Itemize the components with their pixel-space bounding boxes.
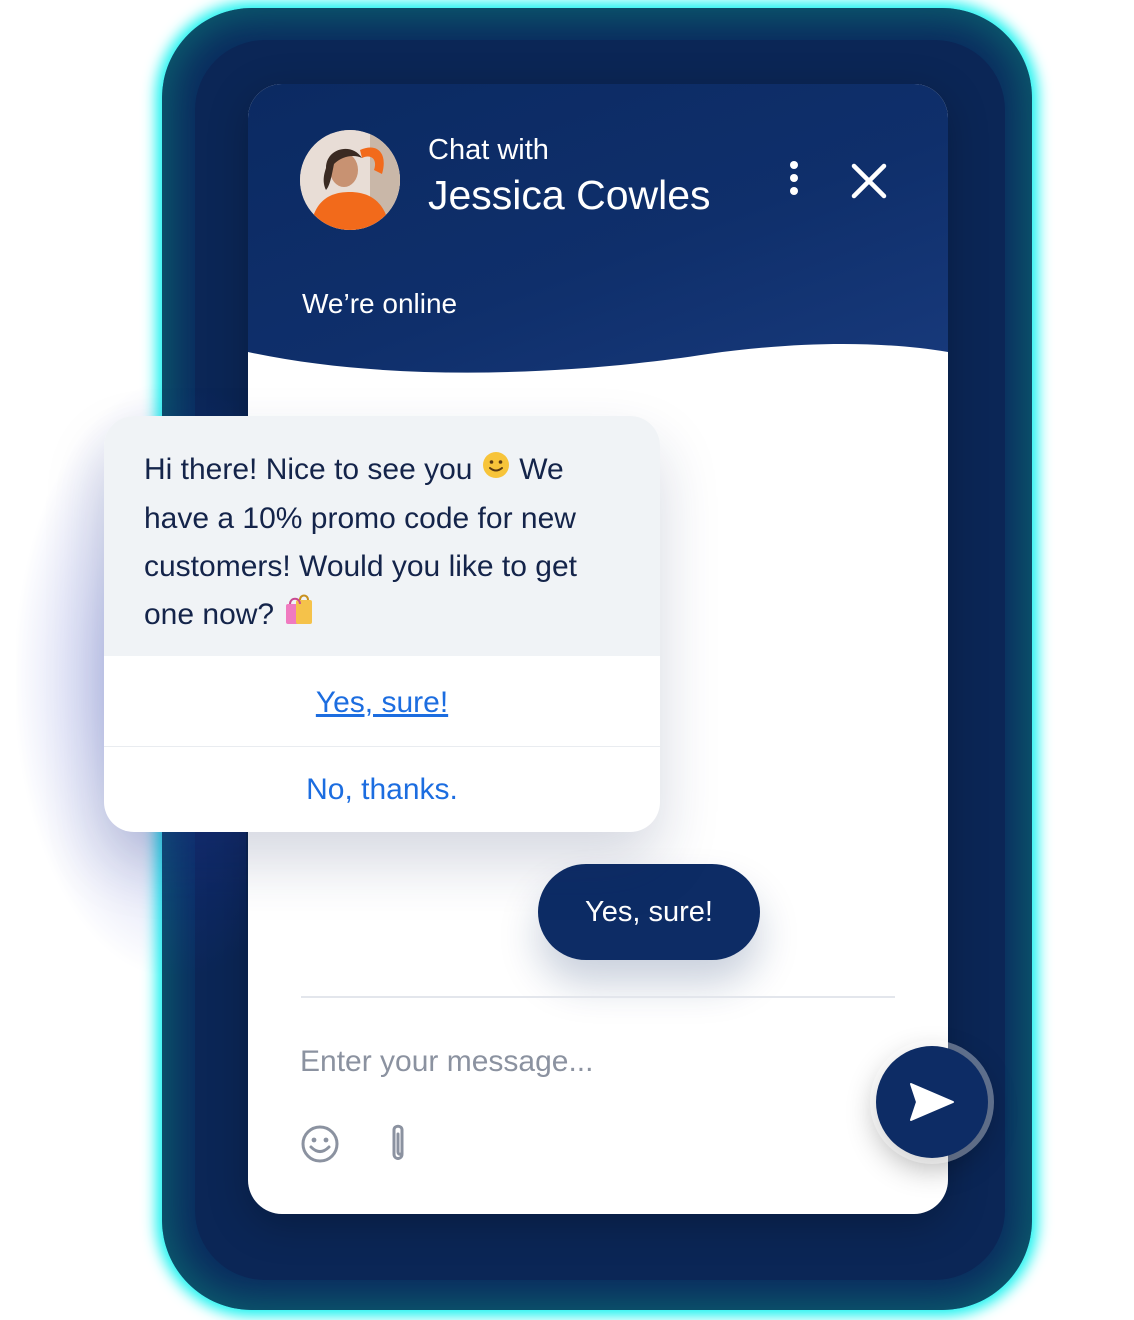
promo-message-line1b: We [519,453,564,486]
agent-name: Jessica Cowles [428,172,711,218]
promo-popup: Hi there! Nice to see you We have a 10% … [104,416,660,832]
shopping-bags-icon [282,592,316,641]
promo-message-line1: Hi there! Nice to see you [144,453,473,486]
chat-with-label: Chat with [428,134,549,166]
smile-emoji-icon [481,447,511,495]
option-no-thanks[interactable]: No, thanks. [104,746,660,832]
paperclip-icon[interactable] [378,1122,418,1166]
send-icon [910,1083,954,1121]
composer-divider [301,996,895,998]
send-button[interactable] [876,1046,988,1158]
promo-message: Hi there! Nice to see you We have a 10% … [104,416,660,656]
agent-avatar [300,130,400,230]
online-status: We’re online [302,288,458,319]
message-input[interactable] [298,1036,822,1088]
smiley-icon[interactable] [300,1124,340,1164]
promo-message-body: have a 10% promo code for new customers!… [144,502,577,632]
option-yes-sure[interactable]: Yes, sure! [104,660,660,746]
header-wave [248,344,948,404]
visitor-message-bubble: Yes, sure! [538,864,760,960]
more-vertical-icon[interactable] [782,160,806,196]
close-icon[interactable] [848,160,890,202]
